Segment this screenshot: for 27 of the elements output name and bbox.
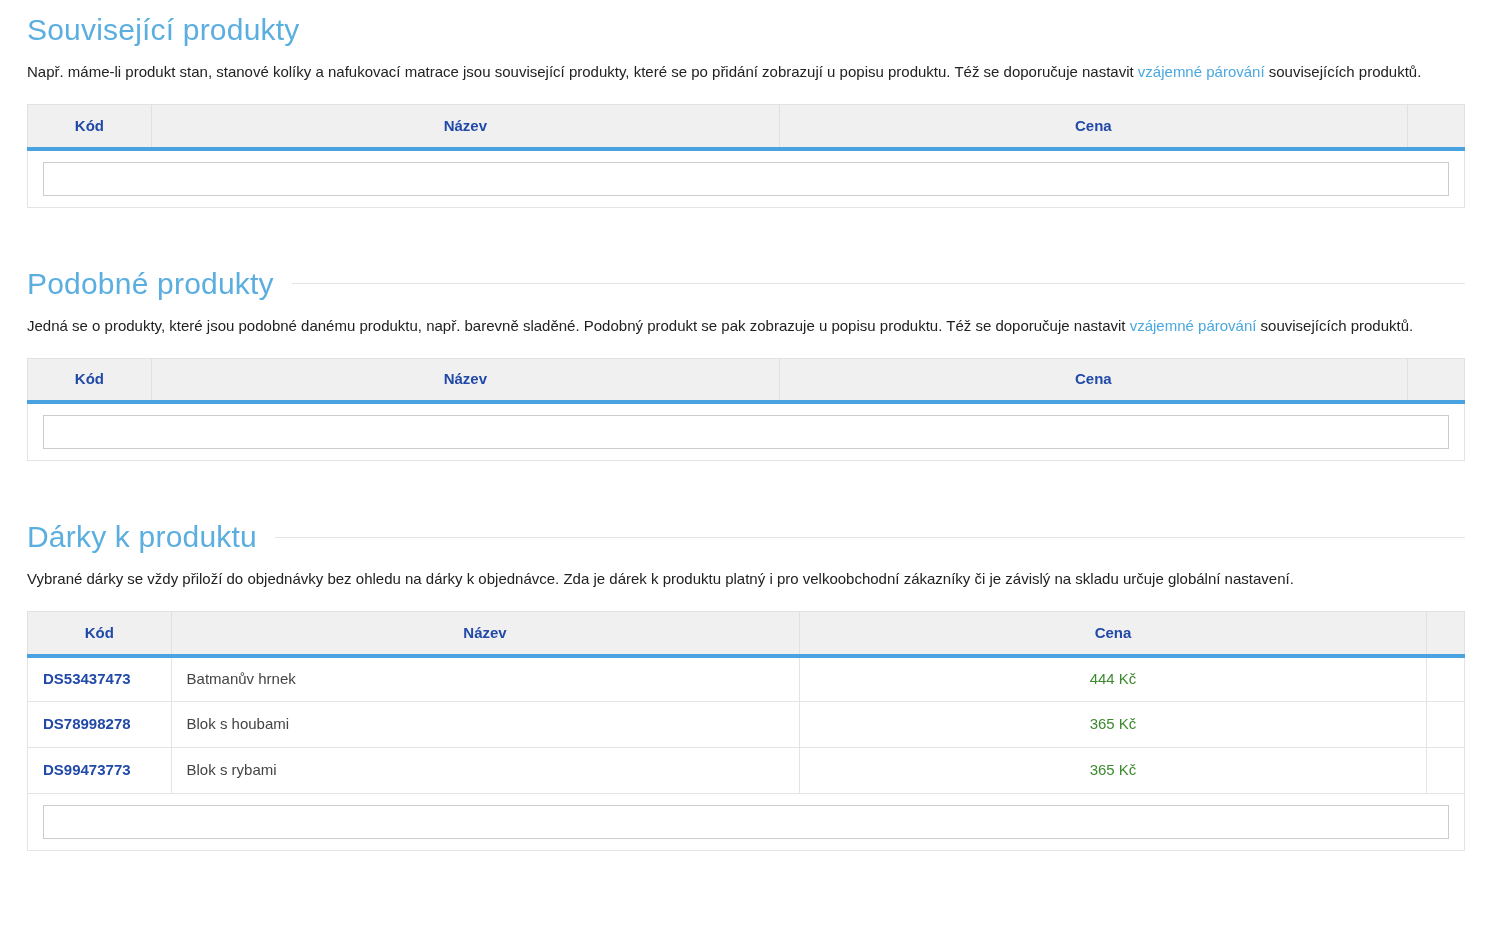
description-text: Vybrané dárky se vždy přiloží do objednávky bez ohledu na dárky k objednávce. Zda je dárek k produktu platný i pro velkoobchodní zákazníky či je závislý na skladu určuje globální nastavení. (27, 569, 1295, 589)
add-product-field[interactable] (43, 415, 1449, 449)
column-header: Kód (27, 104, 152, 149)
add-product-field[interactable] (43, 161, 1449, 196)
column-header: Název (151, 358, 780, 402)
column-header: Cena (779, 358, 1408, 402)
add-product-field[interactable] (43, 805, 1449, 839)
description-text: Jedná se o produkty, které jsou podobné danému produktu, např. barevně sladěné. Podobný produkt se pak zobrazuje u popisu produktu. Též se doporučuje nastavit vzájemné párování souvisejících produktů. (27, 315, 1415, 336)
section-title: Dárky k produktu (27, 519, 257, 555)
price-cell: 444 Kč (799, 655, 1427, 702)
column-header: Cena (799, 611, 1427, 656)
section-title: Související produkty (27, 12, 300, 48)
description-text: Např. máme-li produkt stan, stanové kolíky a nafukovací matrace jsou související produkty, které se po přidání zobrazují u popisu produktu. Též se doporučuje nastavit vzájemné párování souvisejících produktů. (27, 62, 1423, 82)
column-header: Kód (27, 611, 172, 656)
column-header: Cena (779, 104, 1408, 149)
column-header: Název (171, 611, 799, 656)
product-code-link[interactable]: DS78998278 (27, 701, 172, 748)
product-code-link[interactable]: DS53437473 (27, 655, 172, 702)
column-header: Název (151, 104, 780, 149)
price-cell: 365 Kč (799, 701, 1427, 748)
table-cell: Blok s rybami (171, 747, 799, 794)
table-cell: Blok s houbami (171, 701, 799, 748)
column-header: Kód (27, 358, 152, 402)
product-code-link[interactable]: DS99473773 (27, 747, 172, 794)
section-title: Podobné produkty (27, 265, 274, 302)
price-cell: 365 Kč (799, 747, 1427, 794)
table-cell: Batmanův hrnek (171, 655, 799, 702)
